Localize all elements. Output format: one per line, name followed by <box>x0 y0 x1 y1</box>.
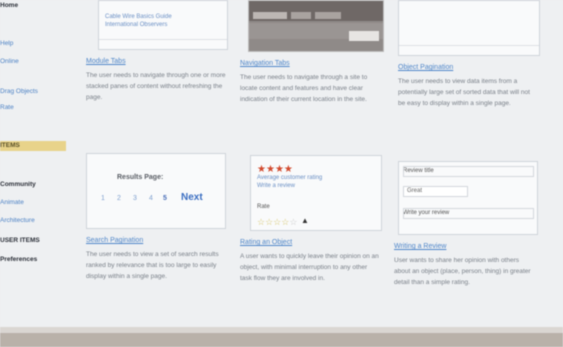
review-title-input[interactable]: Great <box>403 186 468 197</box>
sidebar-item-animate[interactable]: Animate <box>0 199 24 207</box>
navigation-tabs-description: The user needs to navigate through a sit… <box>240 74 368 103</box>
rating-object-thumbnail[interactable]: ★★★★ Average customer rating Write a rev… <box>250 155 382 231</box>
rate-star-icon[interactable]: ☆ <box>257 217 265 227</box>
results-page-label: Results Page: <box>117 174 164 181</box>
rating-object-description: A user wants to quickly leave their opin… <box>240 253 379 282</box>
page-number-1[interactable]: 1 <box>101 195 105 202</box>
sidebar-item-items[interactable]: ITEMS <box>0 142 20 150</box>
sidebar-item-help[interactable]: Help <box>0 40 13 48</box>
navigation-tabs-title[interactable]: Navigation Tabs <box>240 59 290 68</box>
object-pagination-thumbnail[interactable] <box>398 0 540 56</box>
rate-label: Rate <box>257 204 270 210</box>
module-tabs-title[interactable]: Module Tabs <box>86 57 126 66</box>
sidebar-item-user-items[interactable]: USER ITEMS <box>0 237 40 245</box>
rate-stars-input[interactable]: ☆☆☆☆☆ <box>257 212 297 230</box>
writing-review-thumbnail[interactable]: Review title Great Write your review <box>398 161 538 235</box>
search-pagination-description: The user needs to view a set of search r… <box>86 251 219 280</box>
rating-object-title[interactable]: Rating an Object <box>240 238 292 247</box>
page-number-4[interactable]: 4 <box>149 195 153 202</box>
search-pagination-title[interactable]: Search Pagination <box>86 236 143 245</box>
search-pagination-thumbnail[interactable]: Results Page: 1 2 3 4 5 Next <box>86 153 226 229</box>
thumb-link-1[interactable]: Cable Wire Basics Guide <box>105 13 172 21</box>
page-number-5[interactable]: 5 <box>163 195 167 202</box>
rate-star-icon[interactable]: ☆ <box>265 217 273 227</box>
page-number-2[interactable]: 2 <box>117 195 121 202</box>
writing-review-description: User wants to share her opinion with oth… <box>394 257 531 286</box>
sidebar-item-architecture[interactable]: Architecture <box>0 217 35 225</box>
writing-review-title[interactable]: Writing a Review <box>394 242 446 251</box>
sidebar-item-drag-objects[interactable]: Drag Objects <box>0 88 38 96</box>
rate-star-icon[interactable]: ☆ <box>289 217 297 227</box>
review-title-field-frame <box>403 166 534 177</box>
module-tabs-description: The user needs to navigate through one o… <box>86 72 226 101</box>
next-page-link[interactable]: Next <box>181 192 203 203</box>
navigation-tabs-thumbnail[interactable] <box>248 0 384 52</box>
object-pagination-description: The user needs to view data items from a… <box>398 78 530 107</box>
sidebar-item-community[interactable]: Community <box>0 181 36 189</box>
review-body-field-frame[interactable] <box>403 208 534 219</box>
module-tabs-thumbnail[interactable]: Cable Wire Basics Guide International Ob… <box>98 0 228 50</box>
page-number-3[interactable]: 3 <box>133 195 137 202</box>
sidebar-item-rate[interactable]: Rate <box>0 104 14 112</box>
thumb-link-2[interactable]: International Observers <box>105 21 172 29</box>
sidebar-item-online[interactable]: Online <box>0 58 19 66</box>
sidebar-item-home[interactable]: Home <box>0 2 18 10</box>
write-review-link[interactable]: Write a review <box>257 182 322 190</box>
sidebar-item-preferences[interactable]: Preferences <box>0 256 37 264</box>
page: Home Help Online Drag Objects Rate ITEMS… <box>0 0 563 347</box>
screen-bezel <box>0 333 563 347</box>
object-pagination-title[interactable]: Object Pagination <box>398 63 453 72</box>
average-rating-link[interactable]: Average customer rating <box>257 174 322 182</box>
sidebar: Home Help Online Drag Objects Rate ITEMS… <box>0 0 68 330</box>
cursor-icon: ▲ <box>301 216 309 225</box>
